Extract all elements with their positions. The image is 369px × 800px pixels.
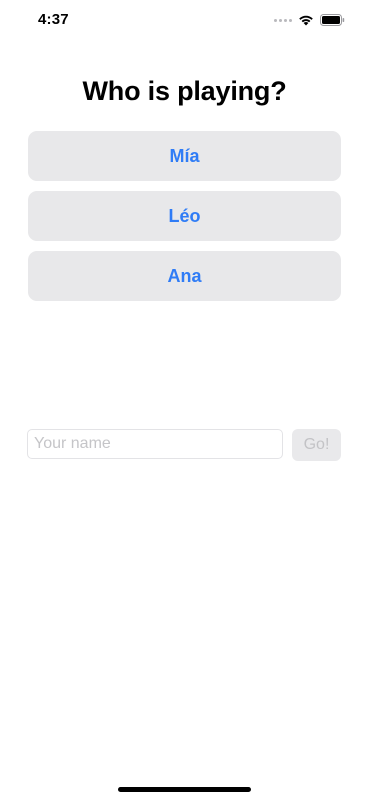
home-indicator bbox=[118, 787, 251, 792]
status-time: 4:37 bbox=[38, 11, 69, 28]
player-button-leo[interactable]: Léo bbox=[28, 191, 341, 241]
player-button-ana[interactable]: Ana bbox=[28, 251, 341, 301]
page-title: Who is playing? bbox=[82, 76, 287, 106]
name-entry-row: Go! bbox=[27, 429, 341, 461]
player-list: Mía Léo Ana bbox=[28, 131, 341, 311]
go-button[interactable]: Go! bbox=[292, 429, 341, 461]
wifi-icon bbox=[298, 14, 314, 26]
signal-dots-icon bbox=[274, 18, 292, 22]
name-input[interactable] bbox=[27, 429, 283, 459]
battery-icon bbox=[320, 14, 345, 26]
status-icons bbox=[274, 13, 345, 27]
status-bar: 4:37 bbox=[0, 0, 369, 44]
player-button-mia[interactable]: Mía bbox=[28, 131, 341, 181]
